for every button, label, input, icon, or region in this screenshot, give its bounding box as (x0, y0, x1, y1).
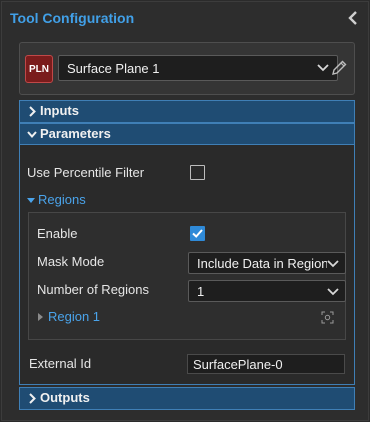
chevron-down-icon (327, 288, 339, 296)
number-of-regions-label: Number of Regions (37, 282, 149, 297)
number-of-regions-value: 1 (197, 284, 205, 299)
tool-configuration-panel: Tool Configuration PLN Surface Plane 1 I… (1, 1, 369, 421)
panel-title: Tool Configuration (10, 10, 135, 26)
outputs-section-label: Outputs (40, 390, 90, 405)
triangle-down-icon (27, 198, 35, 203)
inputs-section-label: Inputs (40, 103, 79, 118)
enable-label: Enable (37, 226, 78, 241)
tool-select-value: Surface Plane 1 (67, 61, 160, 76)
external-id-input[interactable]: SurfacePlane-0 (187, 354, 345, 374)
outputs-section: Outputs (19, 387, 355, 410)
parameters-section-header[interactable]: Parameters (20, 124, 354, 145)
regions-toggle[interactable]: Regions (26, 192, 146, 210)
parameters-section: Parameters Use Percentile Filter Regions… (19, 123, 355, 385)
chevron-down-icon (27, 131, 37, 139)
mask-mode-value: Include Data in Region (197, 256, 329, 271)
external-id-value: SurfacePlane-0 (193, 357, 283, 372)
regions-label: Regions (38, 192, 86, 207)
tool-type-badge: PLN (25, 55, 53, 83)
outputs-section-header[interactable]: Outputs (20, 388, 354, 409)
title-bar: Tool Configuration (2, 2, 368, 35)
regions-group: Enable Mask Mode Include Data in Region … (28, 212, 346, 340)
external-id-label: External Id (29, 356, 92, 371)
chevron-left-icon[interactable] (346, 10, 360, 26)
number-of-regions-dropdown[interactable]: 1 (188, 280, 346, 302)
region-1-toggle[interactable]: Region 1 (35, 309, 155, 327)
pencil-icon[interactable] (330, 59, 348, 77)
enable-checkbox[interactable] (190, 226, 205, 241)
chevron-down-icon (327, 258, 339, 270)
checkmark-icon (192, 229, 203, 238)
region-1-label: Region 1 (48, 309, 101, 324)
use-percentile-filter-label: Use Percentile Filter (27, 165, 145, 180)
crosshair-icon[interactable] (321, 311, 334, 324)
inputs-section-header[interactable]: Inputs (20, 101, 354, 122)
chevron-right-icon (29, 393, 36, 404)
tool-selector-box: PLN Surface Plane 1 (19, 42, 355, 95)
mask-mode-dropdown[interactable]: Include Data in Region (188, 252, 346, 274)
tool-select-dropdown[interactable]: Surface Plane 1 (58, 55, 338, 81)
use-percentile-filter-checkbox[interactable] (190, 165, 205, 180)
chevron-down-icon (317, 64, 329, 72)
triangle-right-icon (38, 313, 43, 321)
inputs-section: Inputs (19, 100, 355, 123)
mask-mode-label: Mask Mode (37, 254, 105, 269)
chevron-right-icon (29, 106, 36, 117)
parameters-section-label: Parameters (40, 126, 111, 141)
